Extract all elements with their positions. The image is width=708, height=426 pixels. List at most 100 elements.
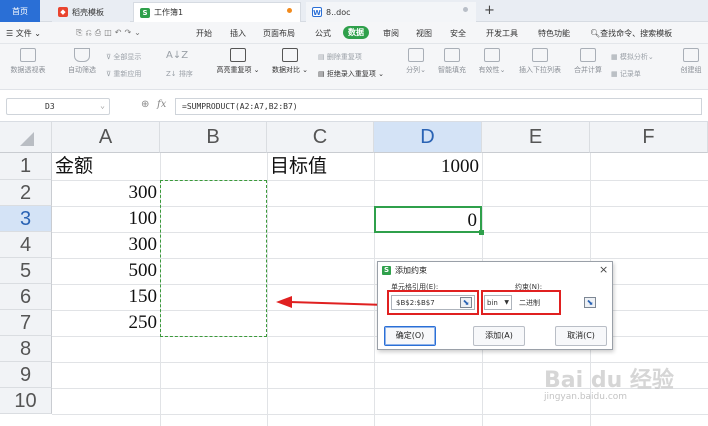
chevron-down-icon: ⌄ <box>100 101 105 110</box>
new-tab-plus-icon[interactable]: + <box>484 3 495 18</box>
highlight-duplicates-button[interactable]: 高亮重复项 ⌄ <box>212 48 264 75</box>
menu-view[interactable]: 视图 <box>416 28 432 39</box>
create-group-label: 创建组 <box>680 66 702 74</box>
menu-insert[interactable]: 插入 <box>230 28 246 39</box>
create-group-icon <box>683 48 699 62</box>
cell-a6[interactable]: 150 <box>52 284 160 310</box>
create-group-button[interactable]: 创建组 <box>676 48 706 75</box>
name-box-value: D3 <box>45 102 55 111</box>
cell-a2[interactable]: 300 <box>52 180 160 206</box>
validity-label: 有效性 <box>478 66 500 74</box>
consolidate-button[interactable]: 合并计算 <box>570 48 606 75</box>
cell-a5[interactable]: 500 <box>52 258 160 284</box>
add-button[interactable]: 添加(A) <box>473 326 525 346</box>
autofilter-label: 自动筛选 <box>68 66 96 74</box>
range-picker-icon[interactable]: ⬊ <box>584 297 596 308</box>
insert-dropdown-label: 插入下拉列表 <box>519 66 561 74</box>
cell-a4[interactable]: 300 <box>52 232 160 258</box>
fill-handle[interactable] <box>479 230 484 235</box>
record-form-button[interactable]: ▦ 记录单 <box>611 69 641 79</box>
dropdown-list-icon <box>532 48 548 62</box>
ribbon-toolbar: 数据透视表 自动筛选 ⊽ 全部显示 ⊽ 重新应用 A↓Z Z↓ 排序 高亮重复项… <box>0 44 708 90</box>
show-all-label: 全部显示 <box>113 53 142 61</box>
menu-formula[interactable]: 公式 <box>315 28 331 39</box>
formula-input[interactable]: =SUMPRODUCT(A2:A7,B2:B7) <box>175 98 702 115</box>
range-picker-icon[interactable]: ⬊ <box>460 297 472 308</box>
tab-doc[interactable]: W 8..doc <box>306 2 476 22</box>
operator-select[interactable]: bin ▼ <box>484 295 512 310</box>
validity-button[interactable]: 有效性⌄ <box>474 48 510 75</box>
autofilter-button[interactable]: 自动筛选 <box>62 48 102 75</box>
cell-d3-active[interactable]: 0 <box>374 206 482 233</box>
cell-a1[interactable]: 金额 <box>52 154 160 180</box>
sort-button[interactable]: Z↓ 排序 <box>166 69 193 79</box>
remove-duplicates-label: 删除重复项 <box>326 53 362 61</box>
menu-data[interactable]: 数据 <box>343 26 369 39</box>
tab-bar: 首页 ◆ 稻壳模板 S 工作簿1 W 8..doc + <box>0 0 708 22</box>
close-icon[interactable]: × <box>599 263 608 276</box>
name-box[interactable]: D3 ⌄ <box>6 98 110 115</box>
menu-security[interactable]: 安全 <box>450 28 466 39</box>
tab-sheet[interactable]: S 工作簿1 <box>133 2 301 22</box>
constraint-input[interactable]: 二进制 <box>516 295 558 310</box>
reject-duplicates-label: 拒绝录入重复项 <box>326 70 376 78</box>
menu-special[interactable]: 特色功能 <box>538 28 570 39</box>
menu-file[interactable]: ☰ 文件 ⌄ <box>6 28 41 39</box>
pivot-table-label: 数据透视表 <box>10 66 46 74</box>
consolidate-label: 合并计算 <box>574 66 602 74</box>
cell-d1[interactable]: 1000 <box>374 154 482 180</box>
smart-fill-label: 智能填充 <box>438 66 466 74</box>
menu-start[interactable]: 开始 <box>196 28 212 39</box>
menu-developer[interactable]: 开发工具 <box>486 28 518 39</box>
highlight-duplicates-icon <box>230 48 246 62</box>
unsaved-dot-icon <box>287 8 292 13</box>
split-column-button[interactable]: 分列⌄ <box>402 48 430 75</box>
tab-template[interactable]: ◆ 稻壳模板 <box>52 2 130 22</box>
validity-icon <box>484 48 500 62</box>
tab-home[interactable]: 首页 <box>0 0 40 22</box>
marquee-selection-b2-b7 <box>160 180 267 337</box>
watermark-url: jingyan.baidu.com <box>544 392 628 402</box>
show-all-button[interactable]: ⊽ 全部显示 <box>106 52 141 62</box>
menu-layout[interactable]: 页面布局 <box>263 28 295 39</box>
sort-asc-icon[interactable]: A↓Z <box>166 50 188 61</box>
data-compare-button[interactable]: 数据对比 ⌄ <box>268 48 312 75</box>
search-command-label: 查找命令、搜索模板 <box>600 29 673 38</box>
dialog-title: 添加约束 <box>395 266 427 275</box>
watermark-logo: Bai du 经验 <box>544 368 674 393</box>
reapply-label: 重新应用 <box>113 70 142 78</box>
data-compare-icon <box>282 48 298 62</box>
menu-bar: ☰ 文件 ⌄ ⎘⎌⎙◫↶↷⌄ 开始 插入 页面布局 公式 数据 审阅 视图 安全… <box>0 22 708 44</box>
search-command[interactable]: 🔍︎查找命令、搜索模板 <box>590 28 672 39</box>
function-icon[interactable]: fx <box>157 99 166 110</box>
cell-c1[interactable]: 目标值 <box>267 154 374 180</box>
what-if-button[interactable]: ▦ 模拟分析⌄ <box>611 52 654 62</box>
split-column-icon <box>408 48 424 62</box>
data-compare-label: 数据对比 <box>271 66 300 74</box>
search-icon: 🔍︎ <box>590 29 601 38</box>
smart-fill-button[interactable]: 智能填充 <box>434 48 470 75</box>
tab-dot-icon <box>463 7 468 12</box>
remove-duplicates-button[interactable]: ▤ 删除重复项 <box>318 52 362 62</box>
consolidate-icon <box>580 48 596 62</box>
add-constraint-dialog: S 添加约束 × 单元格引用(E): 约束(N): $B$2:$B$7 ⬊ bi… <box>377 261 613 350</box>
tab-template-label: 稻壳模板 <box>72 7 104 17</box>
cancel-button[interactable]: 取消(C) <box>555 326 607 346</box>
dropdown-arrow-icon: ▼ <box>504 299 509 306</box>
ok-button[interactable]: 确定(O) <box>384 326 436 346</box>
spreadsheet-icon: S <box>140 7 150 18</box>
insert-dropdown-button[interactable]: 插入下拉列表 <box>512 48 568 75</box>
hamburger-icon: ☰ <box>6 29 14 38</box>
cell-a7[interactable]: 250 <box>52 310 160 336</box>
reject-duplicates-button[interactable]: ▤ 拒绝录入重复项 ⌄ <box>318 69 384 79</box>
menu-review[interactable]: 审阅 <box>383 28 399 39</box>
cell-a3[interactable]: 100 <box>52 206 160 232</box>
what-if-label: 模拟分析 <box>619 53 648 61</box>
pivot-table-button[interactable]: 数据透视表 <box>6 48 50 75</box>
tab-sheet-label: 工作簿1 <box>154 8 184 17</box>
zoom-icon[interactable]: ⊕ <box>141 99 149 110</box>
reapply-button[interactable]: ⊽ 重新应用 <box>106 69 141 79</box>
red-arrow-annotation <box>276 296 388 308</box>
quick-access-toolbar[interactable]: ⎘⎌⎙◫↶↷⌄ <box>76 28 144 38</box>
sort-label: 排序 <box>178 70 193 78</box>
